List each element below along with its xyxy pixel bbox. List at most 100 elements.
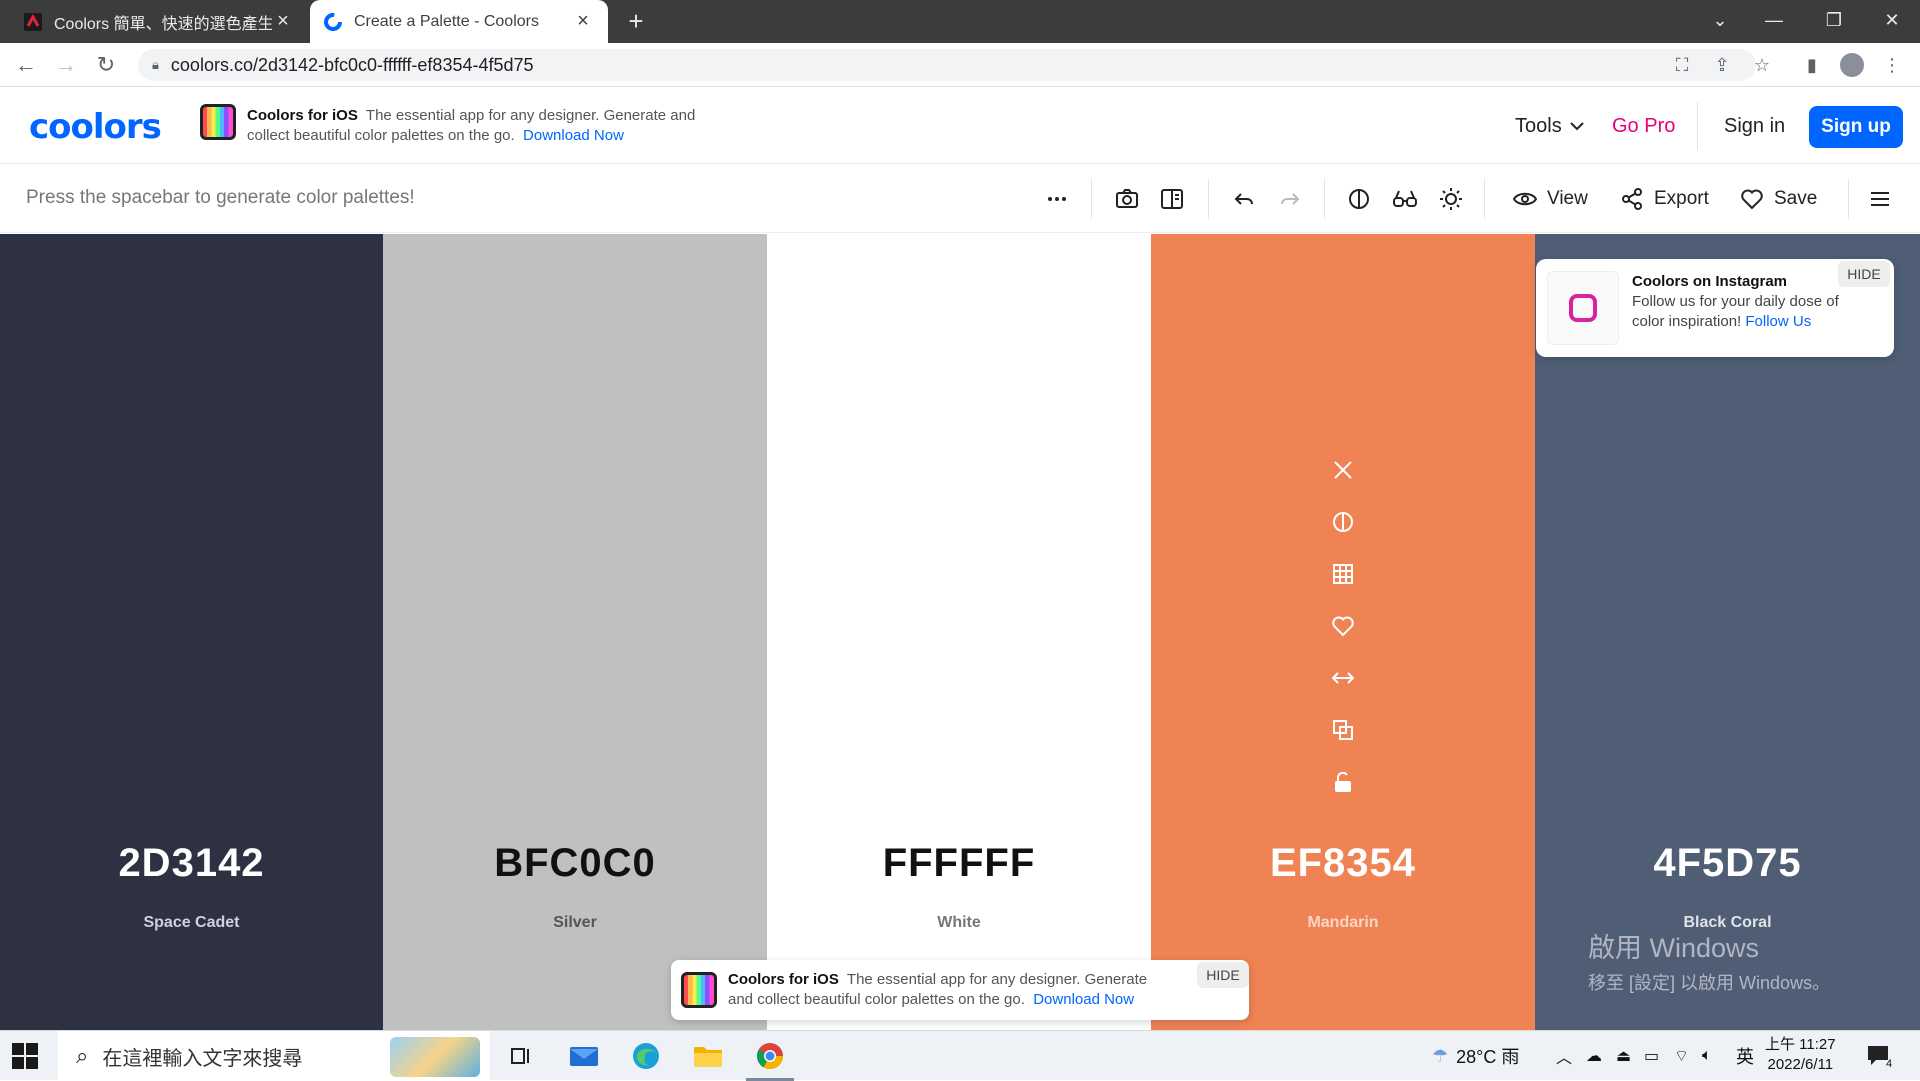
- wifi-icon[interactable]: ⌔: [1674, 1031, 1689, 1081]
- rain-icon: ☂: [1432, 1045, 1449, 1066]
- header-divider: [1697, 102, 1698, 150]
- ime-indicator[interactable]: 英: [1736, 1031, 1754, 1081]
- hide-promo-button[interactable]: HIDE: [1197, 962, 1249, 988]
- address-bar: ← → ↻ 🔒︎ coolors.co/2d3142-bfc0c0-ffffff…: [0, 43, 1920, 87]
- grid-view-icon[interactable]: [1323, 548, 1363, 600]
- back-button[interactable]: ←: [12, 51, 40, 79]
- color-name[interactable]: Silver: [383, 914, 767, 932]
- battery-icon[interactable]: ▭: [1644, 1031, 1659, 1081]
- browser-menu-icon[interactable]: ⋮: [1876, 49, 1908, 81]
- coolors-favicon-icon: [324, 12, 342, 31]
- follow-us-link[interactable]: Follow Us: [1745, 313, 1811, 330]
- unlock-icon[interactable]: [1323, 756, 1363, 808]
- view-button[interactable]: View: [1513, 182, 1588, 216]
- contrast-icon[interactable]: [1343, 183, 1375, 215]
- tab-title: Coolors 簡單、快速的選色產生器: [54, 15, 272, 33]
- site-header: coolors Coolors for iOS The essential ap…: [0, 88, 1920, 164]
- redo-icon[interactable]: [1274, 183, 1306, 215]
- drag-arrows-icon[interactable]: [1323, 652, 1363, 704]
- reload-button[interactable]: ↻: [92, 51, 120, 79]
- browser-tab-bar: Coolors 簡單、快速的選色產生器 × Create a Palette -…: [0, 0, 1920, 43]
- color-name[interactable]: White: [767, 914, 1151, 932]
- close-tab-icon[interactable]: ×: [272, 10, 294, 33]
- download-now-link[interactable]: Download Now: [1033, 991, 1134, 1008]
- new-tab-button[interactable]: +: [620, 6, 652, 38]
- url-text: coolors.co/2d3142-bfc0c0-ffffff-ef8354-4…: [170, 54, 534, 75]
- download-now-link[interactable]: Download Now: [523, 127, 624, 144]
- tools-menu[interactable]: Tools: [1515, 88, 1586, 164]
- hex-code[interactable]: BFC0C0: [383, 841, 767, 886]
- eye-icon: [1513, 192, 1537, 206]
- notification-center-icon[interactable]: 4: [1866, 1031, 1892, 1081]
- toolbar-divider: [1848, 179, 1849, 219]
- bottom-promo-title: Coolors for iOS: [728, 971, 839, 988]
- more-options-icon[interactable]: [1041, 183, 1073, 215]
- translate-icon[interactable]: ⛶: [1666, 49, 1698, 81]
- color-swatch[interactable]: 2D3142 Space Cadet: [0, 234, 383, 1030]
- remove-color-icon[interactable]: [1323, 444, 1363, 496]
- hex-code[interactable]: EF8354: [1151, 841, 1535, 886]
- view-label: View: [1547, 188, 1588, 209]
- forward-button[interactable]: →: [52, 51, 80, 79]
- color-blindness-glasses-icon[interactable]: [1389, 183, 1421, 215]
- sign-in-link[interactable]: Sign in: [1724, 88, 1785, 164]
- hamburger-menu-icon[interactable]: [1864, 183, 1896, 215]
- omnibox[interactable]: 🔒︎ coolors.co/2d3142-bfc0c0-ffffff-ef835…: [138, 49, 1756, 81]
- usb-device-icon[interactable]: ⏏: [1616, 1031, 1631, 1081]
- close-window-button[interactable]: ✕: [1864, 0, 1920, 43]
- bottom-promo-text: Coolors for iOS The essential app for an…: [728, 970, 1168, 1010]
- color-swatch-hovered[interactable]: EF8354 Mandarin: [1151, 234, 1535, 1030]
- browser-tab-active[interactable]: Create a Palette - Coolors ×: [310, 0, 608, 43]
- favorite-heart-icon[interactable]: [1323, 600, 1363, 652]
- export-label: Export: [1654, 188, 1709, 209]
- system-clock[interactable]: 上午 11:27 2022/6/11: [1765, 1035, 1836, 1075]
- side-panel-icon[interactable]: ▮: [1796, 49, 1828, 81]
- weather-widget[interactable]: ☂ 28°C 雨: [1432, 1031, 1519, 1081]
- onedrive-icon[interactable]: ☁: [1586, 1031, 1602, 1081]
- swatch-actions: [1323, 444, 1363, 808]
- color-name[interactable]: Space Cadet: [0, 914, 383, 932]
- camera-icon[interactable]: [1111, 183, 1143, 215]
- color-swatch[interactable]: BFC0C0 Silver: [383, 234, 767, 1030]
- bookmark-star-icon[interactable]: ☆: [1746, 49, 1778, 81]
- shades-icon[interactable]: [1323, 496, 1363, 548]
- file-explorer-icon[interactable]: [678, 1031, 738, 1081]
- restore-button[interactable]: ❐: [1806, 0, 1862, 43]
- tab-search-icon[interactable]: ⌄: [1692, 0, 1748, 43]
- task-view-icon[interactable]: [490, 1031, 550, 1081]
- volume-icon[interactable]: 🔈︎: [1702, 1031, 1712, 1081]
- mail-icon[interactable]: [554, 1031, 614, 1081]
- chrome-browser-icon[interactable]: [740, 1031, 800, 1081]
- generator-toolbar: Press the spacebar to generate color pal…: [0, 165, 1920, 233]
- browser-tab[interactable]: Coolors 簡單、快速的選色產生器 ×: [10, 0, 308, 43]
- hex-code[interactable]: 2D3142: [0, 841, 383, 886]
- color-swatch[interactable]: FFFFFF White: [767, 234, 1151, 1030]
- export-button[interactable]: Export: [1620, 182, 1709, 216]
- edge-browser-icon[interactable]: [616, 1031, 676, 1081]
- save-button[interactable]: Save: [1740, 182, 1817, 216]
- undo-icon[interactable]: [1228, 183, 1260, 215]
- copy-icon[interactable]: [1323, 704, 1363, 756]
- instagram-text: Follow us for your daily dose of color i…: [1632, 292, 1872, 332]
- notification-count: 4: [1886, 1058, 1893, 1070]
- toolbar-divider: [1091, 179, 1092, 219]
- minimize-button[interactable]: —: [1746, 0, 1802, 43]
- brightness-icon[interactable]: [1435, 183, 1467, 215]
- compare-layout-icon[interactable]: [1156, 183, 1188, 215]
- sign-up-button[interactable]: Sign up: [1809, 106, 1903, 148]
- profile-avatar[interactable]: [1836, 49, 1868, 81]
- windows-start-icon[interactable]: [12, 1043, 38, 1069]
- share-icon[interactable]: ⇪: [1706, 49, 1738, 81]
- hex-code[interactable]: FFFFFF: [767, 841, 1151, 886]
- clock-time: 上午 11:27: [1765, 1036, 1836, 1053]
- close-tab-icon[interactable]: ×: [572, 10, 594, 33]
- promo-title: Coolors for iOS: [247, 107, 358, 124]
- color-name[interactable]: Mandarin: [1151, 914, 1535, 932]
- show-hidden-icons-icon[interactable]: ︿: [1556, 1031, 1572, 1081]
- taskbar-search-box[interactable]: ⌕ 在這裡輸入文字來搜尋: [58, 1031, 490, 1081]
- go-pro-link[interactable]: Go Pro: [1612, 88, 1675, 164]
- windows-taskbar: ⌕ 在這裡輸入文字來搜尋 ☂ 28°C 雨 ︿ ☁ ⏏ ▭ ⌔ 🔈︎ 英 上午 …: [0, 1030, 1920, 1081]
- hex-code[interactable]: 4F5D75: [1535, 841, 1920, 886]
- hide-instagram-button[interactable]: HIDE: [1838, 261, 1890, 287]
- coolors-logo[interactable]: coolors: [29, 107, 162, 147]
